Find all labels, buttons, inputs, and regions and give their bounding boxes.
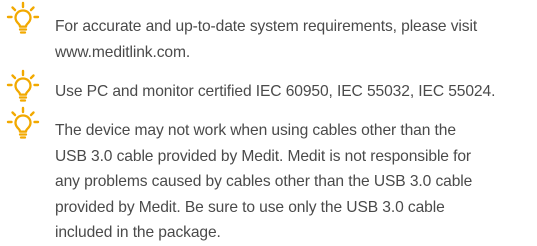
tip-text: The device may not work when using cable… [55,122,473,242]
lightbulb-tip-icon [0,106,44,140]
tip-text: Use PC and monitor certified IEC 60950, … [55,83,496,100]
lightbulb-tip-icon [0,69,44,103]
tip-text: For accurate and up-to-date system requi… [55,18,478,61]
lightbulb-tip-icon [0,1,44,35]
